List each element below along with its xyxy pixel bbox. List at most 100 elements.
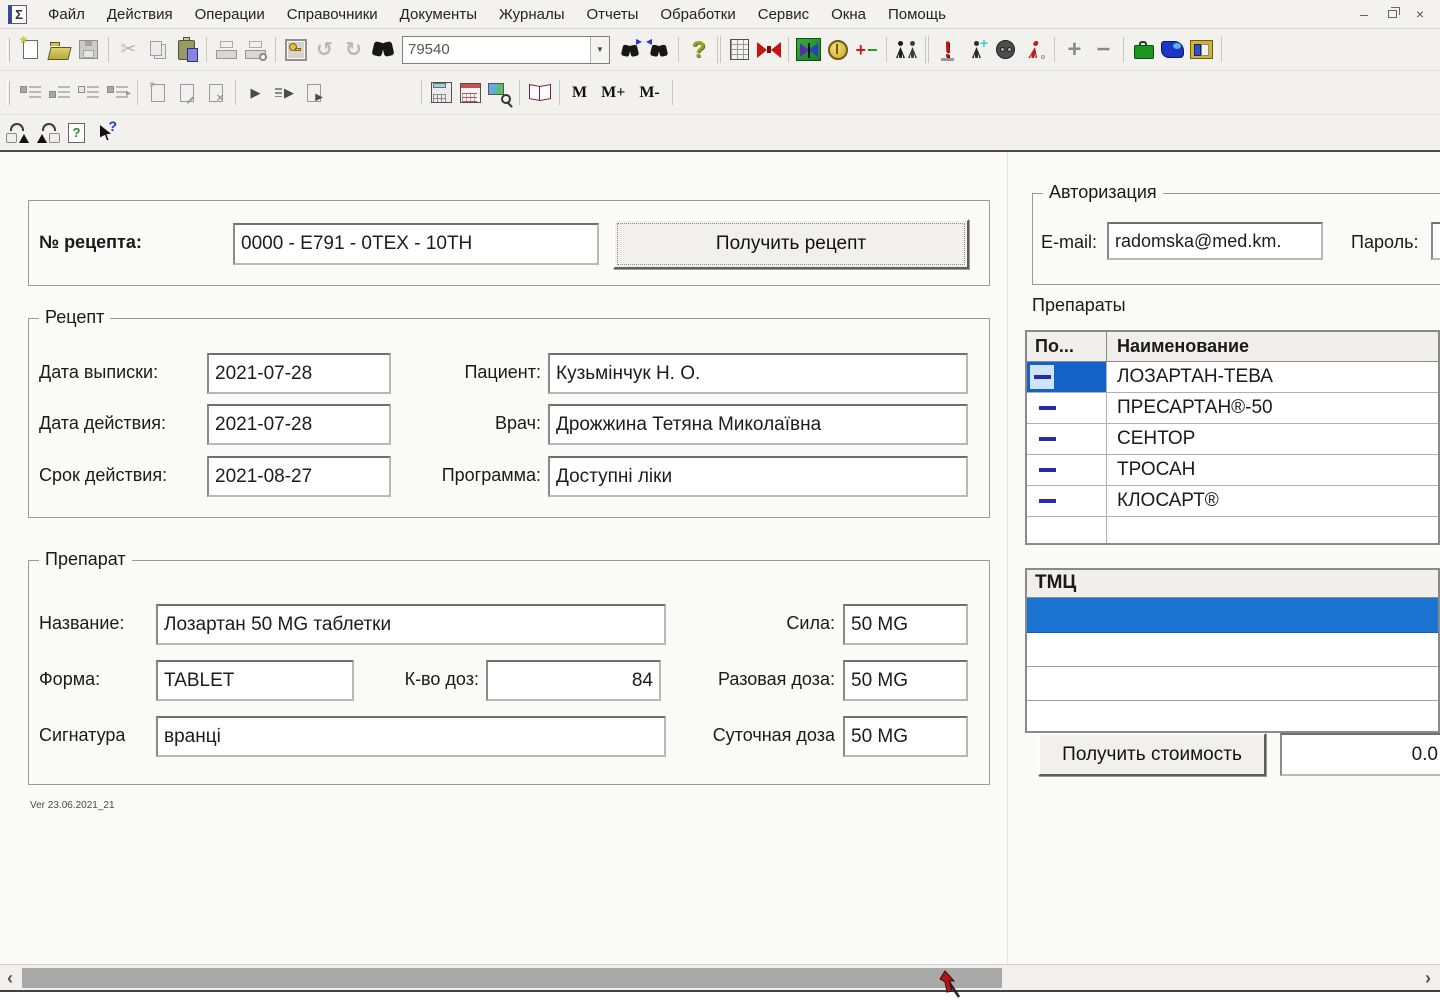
scrollbar-thumb[interactable] <box>22 968 1002 988</box>
adjust-button[interactable]: +− <box>852 35 881 64</box>
tmc-header[interactable]: ТМЦ <box>1027 570 1438 598</box>
redo-button[interactable]: ↻ <box>339 35 368 64</box>
briefcase-button[interactable] <box>1129 35 1158 64</box>
paste-button[interactable] <box>172 35 201 64</box>
menu-operations[interactable]: Операции <box>184 2 276 27</box>
status-cell[interactable] <box>1027 424 1107 454</box>
calculator-button[interactable] <box>427 78 456 107</box>
search-combobox[interactable]: 79540 ▼ <box>402 36 610 64</box>
status-cell[interactable] <box>1027 455 1107 485</box>
scroll-left-button[interactable]: ‹ <box>0 965 20 991</box>
tmc-row[interactable] <box>1027 633 1438 667</box>
print-preview-button[interactable] <box>241 35 270 64</box>
single-dose-field[interactable] <box>843 660 968 701</box>
scroll-right-button[interactable]: › <box>1418 965 1438 991</box>
stock-button[interactable] <box>794 35 823 64</box>
run-document-button[interactable]: ▶ <box>299 78 328 107</box>
strength-field[interactable] <box>843 604 968 645</box>
copy-button[interactable] <box>143 35 172 64</box>
save-button[interactable] <box>74 35 103 64</box>
find-previous-button[interactable]: ◂ <box>644 35 673 64</box>
report-table-button[interactable] <box>725 35 754 64</box>
menu-processing[interactable]: Обработки <box>649 2 746 27</box>
tmc-row[interactable] <box>1027 701 1438 735</box>
run-step-button[interactable]: ▶ <box>270 78 299 107</box>
toolbar-grip[interactable] <box>7 38 10 62</box>
menu-reports[interactable]: Отчеты <box>576 2 650 27</box>
memory-plus-button[interactable]: M+ <box>594 82 632 104</box>
help-button[interactable]: ? <box>684 35 713 64</box>
hierarchy-list-button[interactable] <box>16 78 45 107</box>
find-next-button[interactable]: ▸ <box>615 35 644 64</box>
doses-field[interactable] <box>486 660 661 701</box>
program-field[interactable] <box>548 456 968 497</box>
empty-row[interactable] <box>1027 517 1438 543</box>
patient-health-button[interactable]: + <box>962 35 991 64</box>
drug-name-field[interactable] <box>156 604 666 645</box>
delete-item-button[interactable]: × <box>201 78 230 107</box>
new-document-button[interactable]: ★ <box>16 35 45 64</box>
new-item-button[interactable]: ★ <box>143 78 172 107</box>
horizontal-scrollbar[interactable]: ‹ › <box>0 964 1440 990</box>
next-object-button[interactable] <box>33 118 62 147</box>
search-dropdown-button[interactable]: ▼ <box>590 37 609 63</box>
toolbar-grip[interactable] <box>7 81 10 105</box>
walking-person-button[interactable] <box>1020 35 1049 64</box>
run-button[interactable]: ▶ <box>241 78 270 107</box>
memory-button[interactable]: M <box>565 82 594 104</box>
money-button[interactable] <box>823 35 852 64</box>
column-status[interactable]: По... <box>1027 332 1107 361</box>
cut-button[interactable]: ✂ <box>114 35 143 64</box>
close-button[interactable]: × <box>1412 6 1428 22</box>
tmc-row-selected[interactable] <box>1027 598 1438 633</box>
drug-row[interactable]: ЛОЗАРТАН-ТЕВА <box>1027 362 1438 393</box>
status-cell[interactable] <box>1027 486 1107 516</box>
status-cell-selected[interactable] <box>1027 362 1107 392</box>
previous-object-button[interactable] <box>4 118 33 147</box>
drug-row[interactable]: ТРОСАН <box>1027 455 1438 486</box>
menu-file[interactable]: Файл <box>37 2 96 27</box>
partners-button[interactable] <box>892 35 921 64</box>
drug-row[interactable]: КЛОСАРТ® <box>1027 486 1438 517</box>
hierarchy-level-button[interactable] <box>74 78 103 107</box>
edit-item-button[interactable] <box>172 78 201 107</box>
menu-windows[interactable]: Окна <box>820 2 877 27</box>
guide-book-button[interactable] <box>525 78 554 107</box>
minimize-button[interactable]: – <box>1356 6 1372 22</box>
get-recipe-button[interactable]: Получить рецепт <box>613 219 969 269</box>
form-field[interactable] <box>156 660 354 701</box>
column-name[interactable]: Наименование <box>1107 332 1438 361</box>
recipe-number-field[interactable] <box>233 223 599 265</box>
drug-row[interactable]: СЕНТОР <box>1027 424 1438 455</box>
drug-name-cell[interactable]: КЛОСАРТ® <box>1107 486 1438 516</box>
dark-face-button[interactable] <box>991 35 1020 64</box>
menu-references[interactable]: Справочники <box>276 2 389 27</box>
drug-name-cell[interactable]: ТРОСАН <box>1107 455 1438 485</box>
menu-documents[interactable]: Документы <box>389 2 488 27</box>
tmc-row[interactable] <box>1027 667 1438 701</box>
undo-button[interactable]: ↺ <box>310 35 339 64</box>
value-panel-button[interactable] <box>281 35 310 64</box>
menu-actions[interactable]: Действия <box>96 2 184 27</box>
open-button[interactable] <box>45 35 74 64</box>
get-cost-button[interactable]: Получить стоимость <box>1038 733 1266 776</box>
drug-name-cell[interactable]: ЛОЗАРТАН-ТЕВА <box>1107 362 1438 392</box>
print-button[interactable] <box>212 35 241 64</box>
patient-field[interactable] <box>548 353 968 394</box>
find-button[interactable] <box>368 35 397 64</box>
doctor-field[interactable] <box>548 404 968 445</box>
remove-button[interactable]: − <box>1089 35 1118 64</box>
context-help-button[interactable]: ? <box>91 118 120 147</box>
restore-button[interactable] <box>1384 6 1400 22</box>
menu-help[interactable]: Помощь <box>877 2 957 27</box>
cost-value-field[interactable]: 0.0 <box>1280 733 1440 776</box>
menu-journals[interactable]: Журналы <box>488 2 576 27</box>
drug-row[interactable]: ПРЕСАРТАН®-50 <box>1027 393 1438 424</box>
hierarchy-view-button[interactable] <box>45 78 74 107</box>
help-topics-button[interactable]: ? <box>62 118 91 147</box>
calendar-button[interactable] <box>456 78 485 107</box>
status-cell[interactable] <box>1027 393 1107 423</box>
alert-person-button[interactable]: ! <box>933 35 962 64</box>
search-input[interactable]: 79540 <box>403 41 590 58</box>
menu-service[interactable]: Сервис <box>747 2 820 27</box>
